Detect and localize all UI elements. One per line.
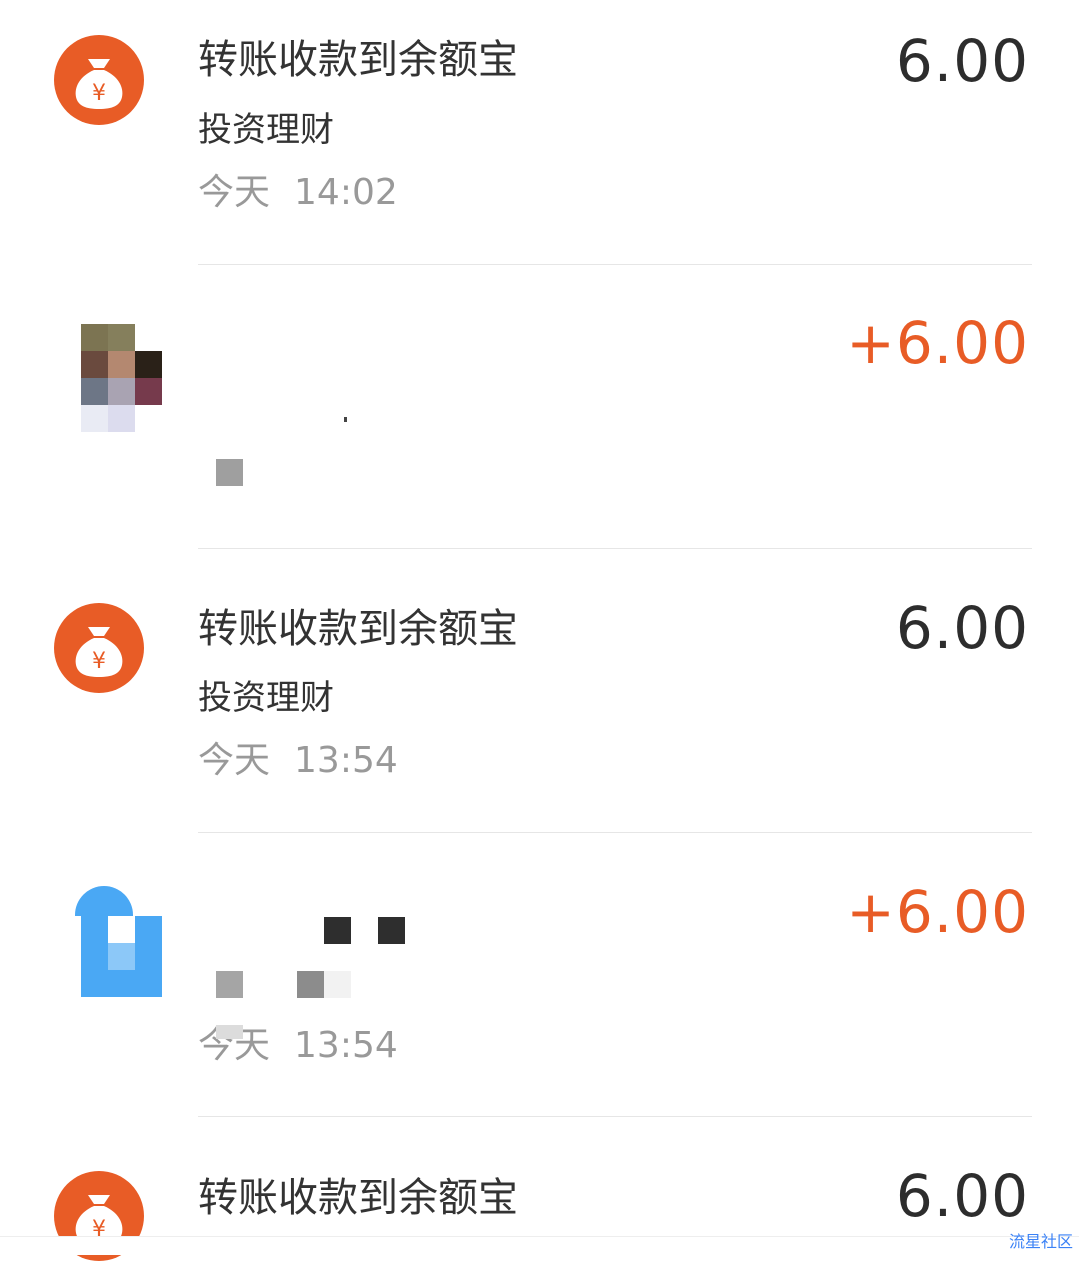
redaction-block: [216, 1025, 243, 1039]
transaction-amount: +6.00: [846, 878, 1029, 946]
transaction-day: 今天: [198, 172, 271, 213]
transaction-category: 投资理财: [198, 110, 334, 150]
svg-text:¥: ¥: [92, 81, 106, 106]
transaction-title: 转账收款到余额宝: [198, 37, 518, 83]
transaction-amount: 6.00: [895, 27, 1029, 95]
transaction-title: 转账收款到余额宝: [198, 1175, 518, 1221]
watermark: 流星社区: [1008, 1232, 1073, 1251]
transaction-row[interactable]: 今天 13:54 +6.00: [0, 833, 1079, 1117]
transaction-clock: 14:02: [294, 172, 398, 213]
money-bag-icon: ¥: [54, 35, 144, 125]
transaction-title: 转账收款到余额宝: [198, 606, 518, 652]
transaction-row[interactable]: ¥ 转账收款到余额宝 投资理财 今天 14:02 6.00: [0, 0, 1079, 265]
transaction-time: 今天 14:02: [198, 175, 398, 211]
money-bag-icon: ¥: [54, 603, 144, 693]
transaction-clock: 13:54: [294, 740, 398, 781]
bottom-bar: [0, 1236, 1079, 1255]
transaction-clock: 13:54: [294, 1025, 398, 1066]
transaction-amount: +6.00: [846, 309, 1029, 377]
transaction-row[interactable]: +6.00: [0, 265, 1079, 549]
transaction-day: 今天: [198, 740, 271, 781]
transaction-amount: 6.00: [895, 594, 1029, 662]
transaction-amount: 6.00: [895, 1162, 1029, 1230]
svg-text:¥: ¥: [92, 649, 106, 674]
transaction-time: 今天 13:54: [198, 743, 398, 779]
transaction-category: 投资理财: [198, 678, 334, 718]
transaction-row[interactable]: ¥ 转账收款到余额宝 6.00: [0, 1117, 1079, 1261]
transaction-row[interactable]: ¥ 转账收款到余额宝 投资理财 今天 13:54 6.00: [0, 549, 1079, 833]
